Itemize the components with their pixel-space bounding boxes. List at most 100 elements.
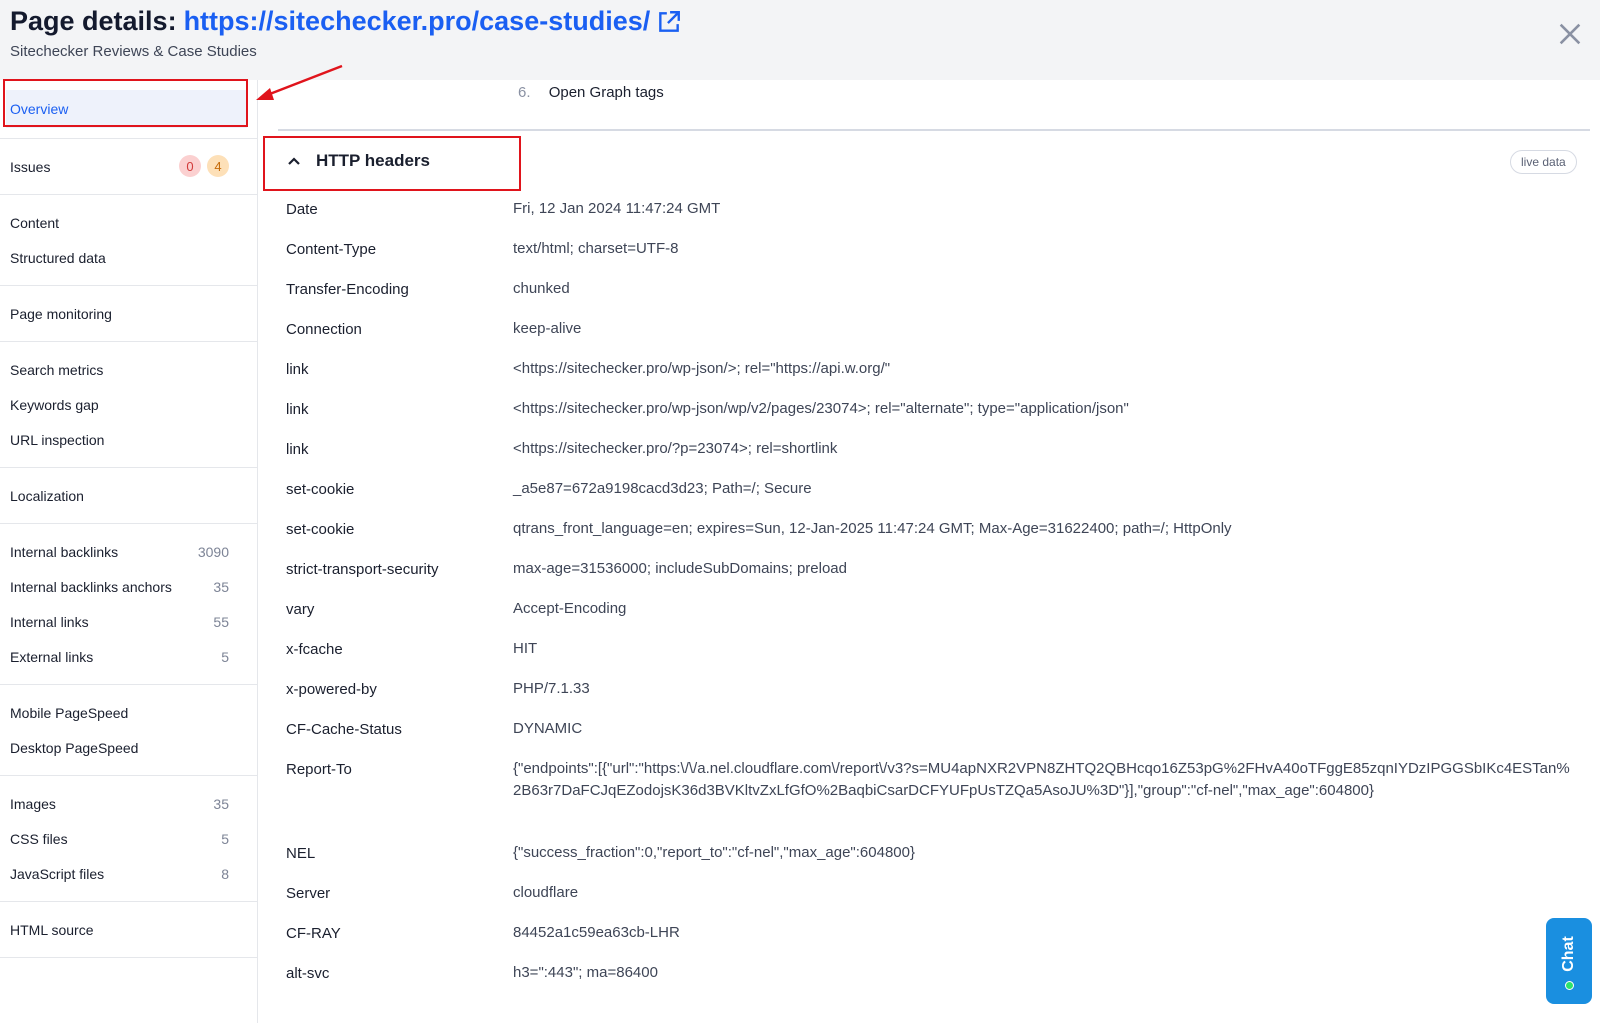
section-divider — [278, 129, 1590, 131]
header-value: Accept-Encoding — [513, 600, 627, 617]
sidebar-item-mobile-pagespeed[interactable]: Mobile PageSpeed — [0, 695, 257, 730]
sidebar-item-search-metrics[interactable]: Search metrics — [0, 352, 257, 387]
sidebar-group: Search metrics Keywords gap URL inspection — [0, 342, 257, 468]
header-value: cloudflare — [513, 884, 579, 901]
header-name: strict-transport-security — [286, 561, 439, 578]
sidebar-item-keywords-gap[interactable]: Keywords gap — [0, 387, 257, 422]
header-name: set-cookie — [286, 521, 355, 538]
sidebar-item-overview[interactable]: Overview — [6, 90, 247, 128]
header-name: Transfer-Encoding — [286, 281, 409, 298]
external-link-icon[interactable] — [656, 9, 682, 35]
table-row: x-powered-by PHP/7.1.33 — [286, 671, 1586, 711]
page-header: Page details: https://sitechecker.pro/ca… — [0, 0, 1600, 80]
header-value: {"success_fraction":0,"report_to":"cf-ne… — [513, 844, 915, 861]
sidebar-group: HTML source — [0, 902, 257, 958]
header-name: Date — [286, 201, 318, 218]
sidebar-item-label: CSS files — [10, 830, 68, 847]
http-headers-toggle[interactable]: HTTP headers — [286, 151, 430, 171]
table-row: Server cloudflare — [286, 875, 1586, 915]
header-value: HIT — [513, 640, 538, 657]
table-row: Transfer-Encoding chunked — [286, 271, 1586, 311]
header-name: link — [286, 401, 309, 418]
sidebar-item-internal-links[interactable]: Internal links 55 — [0, 604, 257, 639]
sidebar-item-count: 3090 — [197, 543, 229, 560]
header-value: {"endpoints":[{"url":"https:\/\/a.nel.cl… — [513, 760, 1570, 799]
page-url-link[interactable]: https://sitechecker.pro/case-studies/ — [184, 6, 651, 37]
header-name: vary — [286, 601, 315, 618]
sidebar-item-localization[interactable]: Localization — [0, 478, 257, 513]
chat-button[interactable]: Chat — [1546, 918, 1592, 1004]
table-row: CF-Cache-Status DYNAMIC — [286, 711, 1586, 751]
sidebar-item-javascript-files[interactable]: JavaScript files 8 — [0, 856, 257, 891]
page-title: Page details: https://sitechecker.pro/ca… — [10, 6, 682, 37]
header-name: x-fcache — [286, 641, 343, 658]
chevron-up-icon — [288, 157, 300, 165]
table-row: Content-Type text/html; charset=UTF-8 — [286, 231, 1586, 271]
sidebar-item-label: Images — [10, 795, 56, 812]
table-row: alt-svc h3=":443"; ma=86400 — [286, 955, 1586, 995]
sidebar-group: Internal backlinks 3090 Internal backlinks… — [0, 524, 257, 685]
header-name: x-powered-by — [286, 681, 377, 698]
list-item-label: Open Graph tags — [548, 84, 664, 101]
chat-label: Chat — [1560, 936, 1577, 972]
header-name: Connection — [286, 321, 362, 338]
header-value: keep-alive — [513, 320, 582, 337]
header-value: qtrans_front_language=en; expires=Sun, 1… — [513, 520, 1232, 537]
sidebar-item-label: Structured data — [10, 249, 106, 266]
sidebar-item-label: Internal backlinks anchors — [10, 578, 172, 595]
header-value: <https://sitechecker.pro/wp-json/wp/v2/p… — [513, 400, 1129, 417]
sidebar-item-external-links[interactable]: External links 5 — [0, 639, 257, 674]
table-row: Date Fri, 12 Jan 2024 11:47:24 GMT — [286, 191, 1586, 231]
sidebar-item-css-files[interactable]: CSS files 5 — [0, 821, 257, 856]
sidebar-item-label: HTML source — [10, 921, 94, 938]
sidebar-item-url-inspection[interactable]: URL inspection — [0, 422, 257, 457]
sidebar-item-html-source[interactable]: HTML source — [0, 912, 257, 947]
main-panel: 6. Open Graph tags HTTP headers live dat… — [258, 80, 1600, 1023]
headers-table: Date Fri, 12 Jan 2024 11:47:24 GMT Content… — [286, 191, 1586, 995]
sidebar-item-issues[interactable]: Issues 0 4 — [0, 149, 257, 184]
sidebar-item-label: Search metrics — [10, 361, 104, 378]
table-row: CF-RAY 84452a1c59ea63cb-LHR — [286, 915, 1586, 955]
annotation-arrow — [256, 64, 343, 100]
header-value: DYNAMIC — [513, 720, 583, 737]
close-icon[interactable] — [1556, 20, 1584, 48]
sidebar-group: Mobile PageSpeed Desktop PageSpeed — [0, 685, 257, 776]
live-data-badge: live data — [1510, 150, 1577, 174]
sidebar-item-label: Content — [10, 214, 60, 231]
sidebar-item-label: Page monitoring — [10, 305, 112, 322]
sidebar-item-count: 55 — [213, 613, 229, 630]
sidebar-item-label: External links — [10, 648, 94, 665]
header-name: Content-Type — [286, 241, 377, 258]
table-row: link <https://sitechecker.pro/wp-json/wp/… — [286, 391, 1586, 431]
table-row: link <https://sitechecker.pro/wp-json/>; … — [286, 351, 1586, 391]
sidebar-item-count: 35 — [213, 578, 229, 595]
warning-issues-badge: 4 — [207, 155, 229, 177]
sidebar-item-content[interactable]: Content — [0, 205, 257, 240]
sidebar-item-label: Internal backlinks — [10, 543, 119, 560]
header-value: <https://sitechecker.pro/?p=23074>; rel=… — [513, 440, 838, 457]
sidebar-group: Localization — [0, 468, 257, 524]
sidebar-item-images[interactable]: Images 35 — [0, 786, 257, 821]
header-value: Fri, 12 Jan 2024 11:47:24 GMT — [513, 200, 721, 217]
sidebar-item-label: Localization — [10, 487, 84, 504]
header-value: max-age=31536000; includeSubDomains; pre… — [513, 560, 847, 577]
list-item: 6. Open Graph tags — [518, 84, 664, 101]
sidebar-item-internal-backlinks[interactable]: Internal backlinks 3090 — [0, 534, 257, 569]
table-row: vary Accept-Encoding — [286, 591, 1586, 631]
table-row: set-cookie _a5e87=672a9198cacd3d23; Path=… — [286, 471, 1586, 511]
table-row: Report-To {"endpoints":[{"url":"https:\/\… — [286, 751, 1586, 835]
sidebar-item-label: Internal links — [10, 613, 89, 630]
sidebar-item-page-monitoring[interactable]: Page monitoring — [0, 296, 257, 331]
header-value: PHP/7.1.33 — [513, 680, 590, 697]
header-value: text/html; charset=UTF-8 — [513, 240, 679, 257]
header-value: chunked — [513, 280, 570, 297]
sidebar-item-internal-backlinks-anchors[interactable]: Internal backlinks anchors 35 — [0, 569, 257, 604]
sidebar-item-desktop-pagespeed[interactable]: Desktop PageSpeed — [0, 730, 257, 765]
table-row: NEL {"success_fraction":0,"report_to":"cf… — [286, 835, 1586, 875]
online-status-dot — [1564, 981, 1574, 990]
sidebar-item-label: Mobile PageSpeed — [10, 704, 129, 721]
critical-issues-badge: 0 — [179, 155, 201, 177]
table-row: set-cookie qtrans_front_language=en; expi… — [286, 511, 1586, 551]
section-title: HTTP headers — [316, 151, 431, 170]
sidebar-item-structured-data[interactable]: Structured data — [0, 240, 257, 275]
